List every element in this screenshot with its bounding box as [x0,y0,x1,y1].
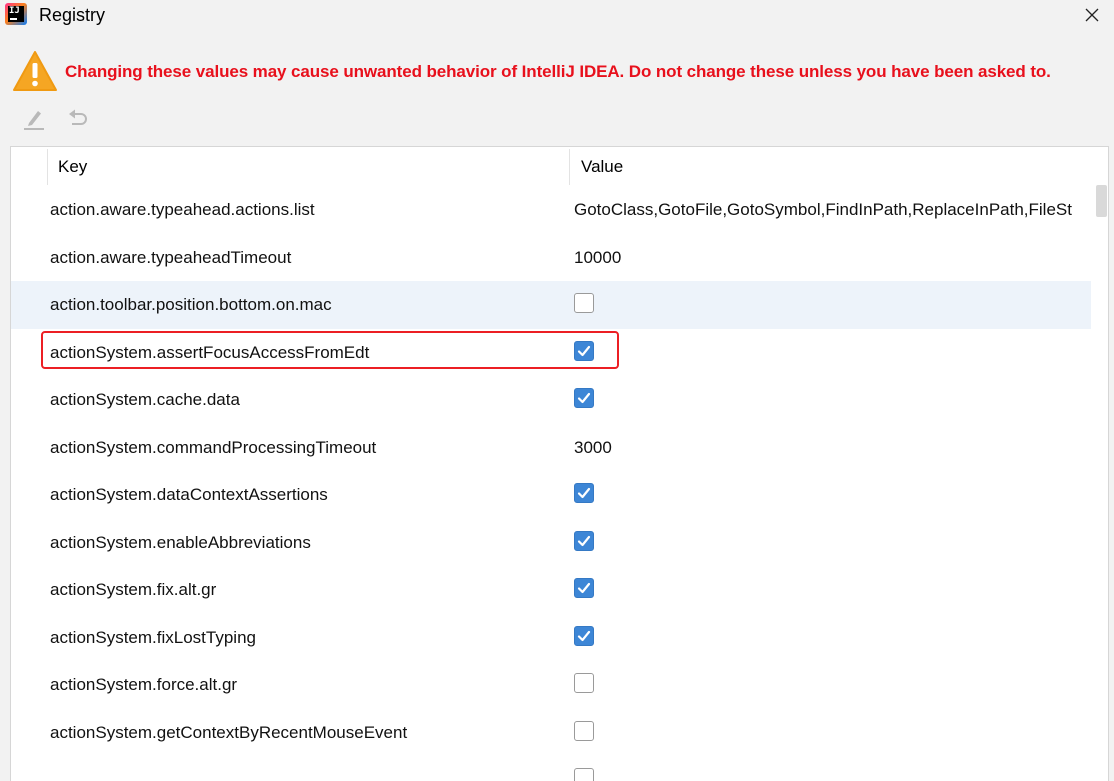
row-value[interactable]: 3000 [574,424,1091,472]
row-value[interactable]: GotoClass,GotoFile,GotoSymbol,FindInPath… [574,186,1091,234]
row-key: actionSystem.getContextByRecentMouseEven… [50,722,408,742]
table-body: action.aware.typeahead.actions.list GotoC… [11,186,1091,781]
vertical-scrollbar[interactable] [1093,147,1108,781]
row-value[interactable]: 10000 [574,234,1091,282]
row-key: action.aware.typeahead.actions.list [50,200,315,219]
checkmark-icon [577,487,591,499]
row-key: actionSystem.assertFocusAccessFromEdt [50,342,370,362]
checkbox-unchecked[interactable] [574,720,594,741]
edit-icon [24,111,44,130]
row-key: action.toolbar.position.bottom.on.mac [50,295,332,314]
table-row[interactable]: actionSystem.getContextByRecentMouseEven… [11,709,1091,757]
row-key: actionSystem.commandProcessingTimeout [50,437,377,457]
row-key: actionSystem.force.alt.gr [50,675,238,694]
checkbox-checked[interactable] [574,625,594,646]
table-row[interactable]: actionSystem.fix.alt.gr [11,566,1091,614]
revert-button[interactable] [62,104,94,134]
row-key: actionSystem.cache.data [50,390,240,409]
table-row[interactable]: actionSystem.commandProcessingTimeout 300… [11,424,1091,472]
column-header-value[interactable]: Value [569,149,623,185]
close-icon [1085,8,1099,22]
table-row[interactable] [11,756,1091,781]
table-row[interactable]: action.aware.typeaheadTimeout 10000 [11,234,1091,282]
warning-icon [13,51,57,91]
checkbox-checked[interactable] [574,340,594,361]
table-row[interactable]: actionSystem.dataContextAssertions [11,471,1091,519]
checkbox-checked[interactable] [574,578,594,598]
app-icon-label: IJ [8,6,24,22]
row-key: action.aware.typeaheadTimeout [50,247,292,267]
row-key: actionSystem.fixLostTyping [50,627,256,647]
table-row[interactable]: actionSystem.cache.data [11,376,1091,424]
table-row[interactable]: actionSystem.fixLostTyping [11,614,1091,662]
intellij-app-icon: IJ [5,3,27,25]
table-row[interactable]: actionSystem.force.alt.gr [11,661,1091,709]
warning-banner: Changing these values may cause unwanted… [12,50,1112,94]
checkmark-icon [577,345,591,356]
checkmark-icon [577,392,591,404]
checkbox-checked[interactable] [574,483,594,503]
checkmark-icon [577,535,591,546]
row-key: actionSystem.fix.alt.gr [50,580,217,599]
checkbox-unchecked[interactable] [574,768,594,781]
row-key: actionSystem.dataContextAssertions [50,485,328,504]
checkbox-unchecked[interactable] [574,673,594,693]
close-button[interactable] [1070,0,1114,30]
title-bar: IJ Registry [0,0,1114,32]
column-header-key[interactable]: Key [47,149,87,185]
checkbox-checked[interactable] [574,530,594,551]
edit-button[interactable] [18,104,50,134]
window-title: Registry [39,5,106,25]
warning-text: Changing these values may cause unwanted… [65,62,1051,81]
revert-icon [69,109,87,125]
row-key: actionSystem.enableAbbreviations [50,532,311,552]
checkbox-unchecked[interactable] [574,293,594,313]
scrollbar-thumb[interactable] [1096,185,1107,217]
checkbox-checked[interactable] [574,388,594,408]
checkmark-icon [577,582,591,594]
table-row[interactable]: actionSystem.enableAbbreviations [11,519,1091,567]
checkmark-icon [577,630,591,641]
table-row[interactable]: actionSystem.assertFocusAccessFromEdt [11,329,1091,377]
table-row[interactable]: action.toolbar.position.bottom.on.mac [11,281,1091,329]
table-row[interactable]: action.aware.typeahead.actions.list GotoC… [11,186,1091,234]
registry-table: Key Value action.aware.typeahead.actions… [10,146,1109,781]
table-header: Key Value [11,147,1093,187]
